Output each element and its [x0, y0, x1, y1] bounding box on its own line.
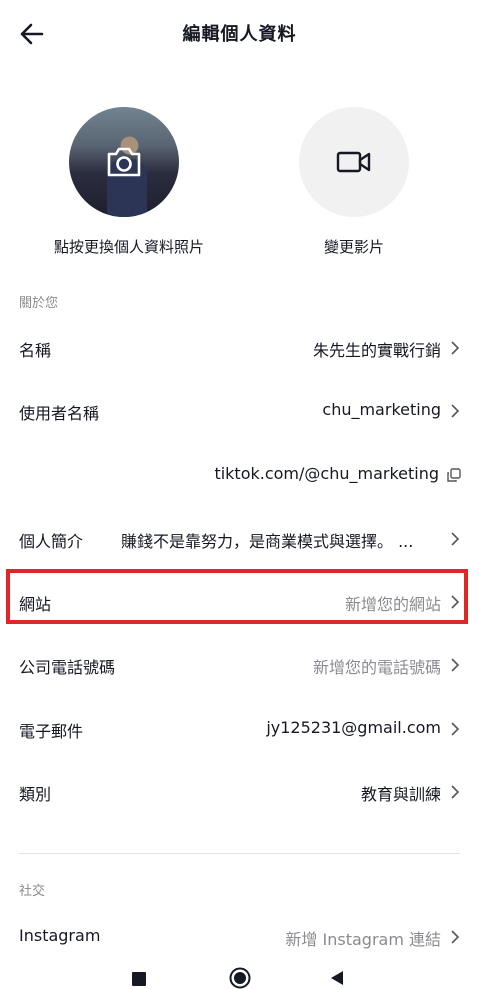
section-divider — [19, 853, 460, 854]
email-row[interactable]: 電子郵件 jy125231@gmail.com — [0, 708, 479, 748]
change-avatar-label[interactable]: 點按更換個人資料照片 — [54, 235, 204, 260]
page-title: 編輯個人資料 — [182, 24, 297, 45]
row-label: 名稱 — [19, 341, 52, 360]
row-value: 新增 Instagram 連結 — [285, 930, 441, 949]
avatar[interactable] — [69, 107, 179, 217]
home-icon[interactable] — [229, 967, 251, 989]
username-row[interactable]: 使用者名稱 chu_marketing — [0, 390, 479, 430]
video-camera-icon — [336, 151, 371, 173]
row-value: 賺錢不是靠努力，是商業模式與選擇。 ... — [121, 532, 414, 551]
social-section-heading: 社交 — [19, 884, 46, 899]
top-bar: 編輯個人資料 — [0, 0, 479, 66]
copy-icon[interactable] — [447, 468, 461, 482]
chevron-right-icon — [451, 341, 460, 355]
row-label: 個人簡介 — [19, 532, 84, 551]
about-section-heading: 關於您 — [19, 296, 59, 311]
chevron-right-icon — [451, 785, 460, 799]
row-label: 使用者名稱 — [19, 404, 100, 423]
chevron-right-icon — [451, 532, 460, 546]
category-row[interactable]: 類別 教育與訓練 — [0, 771, 479, 811]
instagram-row[interactable]: Instagram 新增 Instagram 連結 — [0, 916, 479, 956]
row-label: Instagram — [19, 926, 101, 945]
video-upload-circle[interactable] — [299, 107, 409, 217]
highlight-box — [6, 569, 468, 624]
name-row[interactable]: 名稱 朱先生的實戰行銷 — [0, 327, 479, 367]
row-label: 類別 — [19, 785, 52, 804]
camera-icon — [107, 147, 141, 177]
row-value: 教育與訓練 — [360, 785, 441, 804]
phone-row[interactable]: 公司電話號碼 新增您的電話號碼 — [0, 644, 479, 684]
bio-row[interactable]: 個人簡介 賺錢不是靠努力，是商業模式與選擇。 ... — [0, 518, 479, 558]
row-value: 新增您的電話號碼 — [312, 658, 441, 677]
row-label: 電子郵件 — [19, 722, 84, 741]
row-label: 公司電話號碼 — [19, 658, 116, 677]
profile-link-row[interactable]: tiktok.com/@chu_marketing — [0, 462, 479, 488]
recents-icon[interactable] — [132, 972, 146, 986]
row-value: jy125231@gmail.com — [266, 718, 441, 737]
system-nav-bar — [0, 952, 479, 989]
nav-back-icon[interactable] — [330, 970, 344, 986]
row-value: chu_marketing — [322, 400, 441, 419]
chevron-right-icon — [451, 722, 460, 736]
chevron-right-icon — [451, 930, 460, 944]
chevron-right-icon — [451, 658, 460, 672]
row-value: 朱先生的實戰行銷 — [312, 341, 441, 360]
change-video-label[interactable]: 變更影片 — [254, 235, 454, 260]
chevron-right-icon — [451, 404, 460, 418]
profile-link: tiktok.com/@chu_marketing — [214, 464, 439, 483]
